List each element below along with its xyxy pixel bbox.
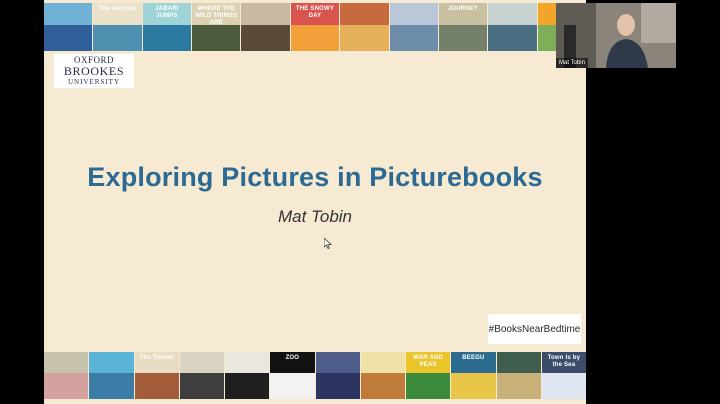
university-logo: OXFORD BROOKES UNIVERSITY (54, 54, 134, 88)
participant-name-label: Mat Tobin (556, 58, 588, 68)
slide-title: Exploring Pictures in Picturebooks (87, 162, 543, 192)
cover-illustration (438, 24, 488, 51)
cover-title: The Tunnel (139, 355, 174, 361)
cover-illustration (225, 373, 270, 399)
cover-illustration (179, 373, 224, 399)
cover-title: Town Is by the Sea (547, 355, 581, 368)
cover-illustration (406, 373, 451, 399)
slide-subtitle: Mat Tobin (277, 207, 353, 226)
cover-illustration (192, 24, 241, 51)
cover-title: BEEGU (462, 355, 485, 361)
cover-title: THE SNOWY DAY (295, 6, 335, 19)
bottom-book-cover: WAR AND PEAS (406, 352, 451, 399)
bottom-book-cover: The Tunnel (134, 352, 179, 399)
top-book-cover (340, 3, 389, 51)
cover-illustration (93, 24, 142, 51)
cover-title: The Journey (98, 6, 137, 12)
cover-illustration (44, 24, 93, 51)
cover-illustration (270, 373, 315, 399)
cover-illustration (488, 24, 537, 51)
bottom-book-cover: BEEGU (451, 352, 496, 399)
cover-illustration (89, 373, 134, 399)
top-book-cover (241, 3, 290, 51)
cover-title: JOURNEY (447, 6, 479, 12)
top-book-cover: JABARI JUMPS (142, 3, 192, 51)
top-book-cover: WHERE THE WILD THINGS ARE (192, 3, 241, 51)
top-book-cover: The Journey (93, 3, 142, 51)
hashtag-label: #BooksNearBedtime (488, 314, 581, 344)
cover-title: WHERE THE WILD THINGS ARE (195, 6, 238, 26)
top-book-cover-strip: The Journey JABARI JUMPS WHERE THE WILD TH… (44, 3, 586, 51)
bottom-book-cover (89, 352, 134, 399)
bottom-book-cover: Town Is by the Sea (541, 352, 586, 399)
top-book-cover (488, 3, 537, 51)
top-book-cover: JOURNEY (438, 3, 488, 51)
cover-illustration (290, 24, 340, 51)
cover-illustration (389, 24, 438, 51)
bottom-book-cover-strip: The Tunnel ZOO WAR AND PEAS BEEGU Town Is by… (44, 352, 586, 399)
top-book-cover (389, 3, 438, 51)
cover-illustration (340, 24, 389, 51)
cover-illustration (496, 373, 541, 399)
cover-illustration (451, 373, 496, 399)
bottom-book-cover (225, 352, 270, 399)
logo-line-2: BROOKES (63, 63, 125, 78)
bottom-book-cover (179, 352, 224, 399)
bottom-book-cover: ZOO (270, 352, 315, 399)
bottom-book-cover (315, 352, 360, 399)
cover-illustration (360, 373, 405, 399)
cover-illustration (142, 24, 192, 51)
cover-illustration (315, 373, 360, 399)
top-book-cover (44, 3, 93, 51)
cover-title: ZOO (285, 355, 300, 361)
cover-title: JABARI JUMPS (155, 6, 179, 19)
bottom-book-cover (44, 352, 89, 399)
cover-illustration (44, 373, 89, 399)
bottom-book-cover (360, 352, 405, 399)
mouse-cursor-icon (324, 238, 332, 249)
logo-line-3: UNIVERSITY (68, 77, 120, 86)
participant-video-tile[interactable]: Mat Tobin (556, 3, 676, 68)
cover-illustration (134, 373, 179, 399)
top-book-cover: THE SNOWY DAY (290, 3, 340, 51)
cover-illustration (241, 24, 290, 51)
cover-title: WAR AND PEAS (413, 355, 444, 368)
cover-illustration (541, 373, 586, 399)
bottom-book-cover (496, 352, 541, 399)
presentation-slide: The Journey JABARI JUMPS WHERE THE WILD TH… (44, 0, 586, 404)
